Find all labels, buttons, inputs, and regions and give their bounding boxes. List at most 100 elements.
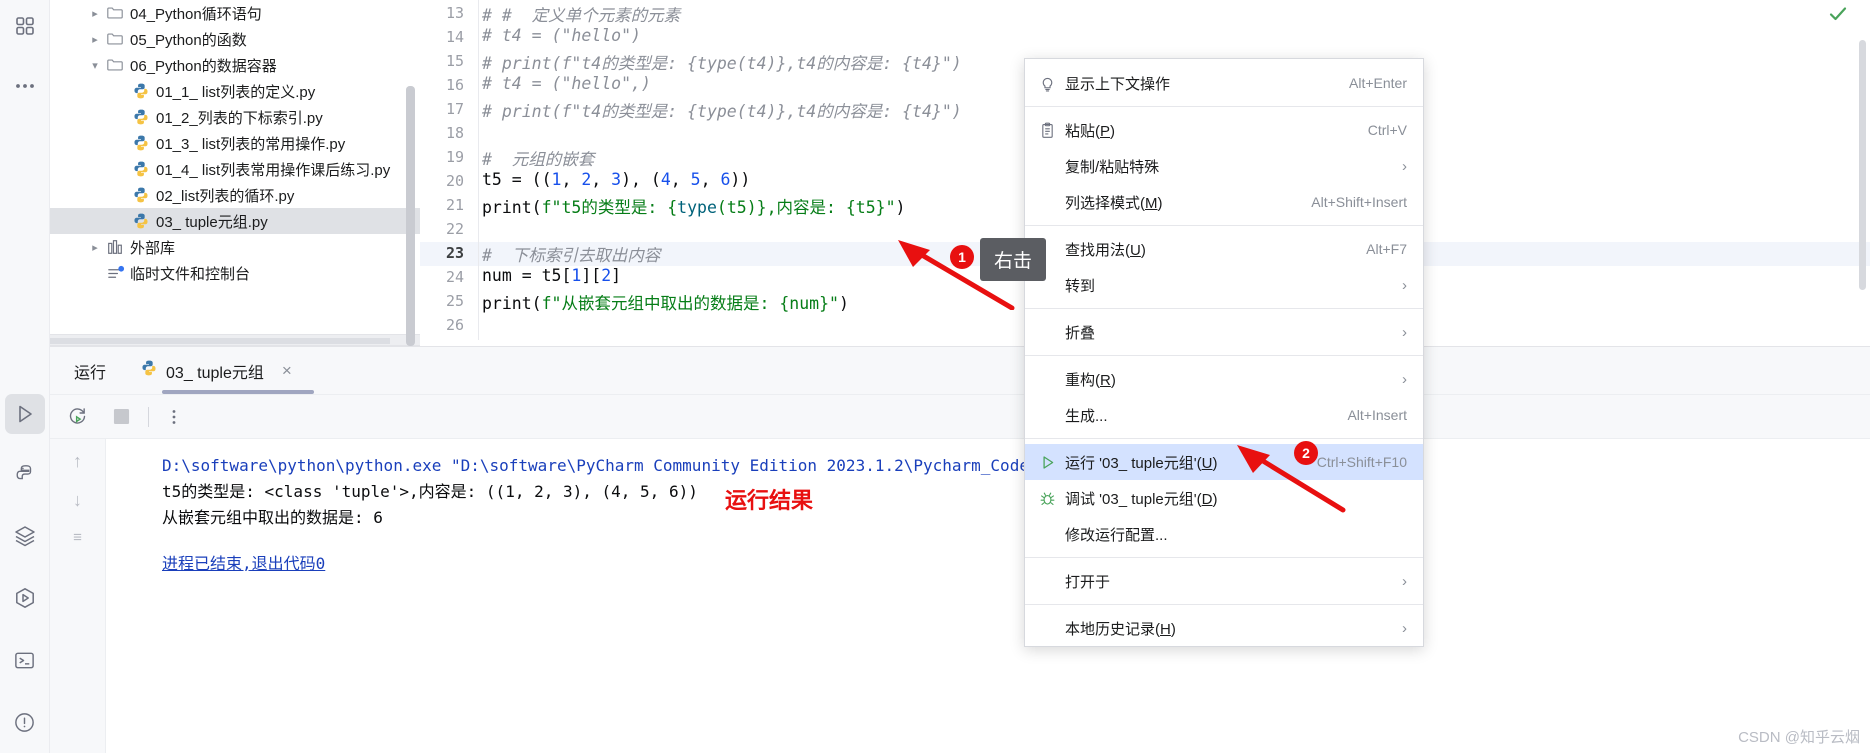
problems-warning-icon[interactable] — [5, 702, 45, 742]
editor-code-line[interactable]: # 元组的嵌套 — [482, 146, 594, 170]
context-menu-item[interactable]: 复制/粘贴特殊 › — [1025, 148, 1423, 184]
python-packages-icon[interactable] — [5, 454, 45, 494]
context-menu-item[interactable]: 转到 › — [1025, 267, 1423, 303]
console-line: 从嵌套元组中取出的数据是: 6 — [162, 508, 383, 527]
chevron-down-icon[interactable]: ▾ — [86, 59, 104, 72]
tree-item[interactable]: ▾ 06_Python的数据容器 — [50, 52, 420, 78]
tree-item[interactable]: 01_2_列表的下标索引.py — [50, 104, 420, 130]
context-menu-item[interactable]: 重构(R) › — [1025, 361, 1423, 397]
editor-code-line[interactable]: print(f"t5的类型是: {type(t5)},内容是: {t5}") — [482, 194, 905, 218]
context-menu-item[interactable]: 生成... Alt+Insert — [1025, 397, 1423, 433]
more-icon[interactable] — [157, 400, 191, 434]
context-menu-shortcut: Ctrl+Shift+F10 — [1316, 454, 1407, 470]
tree-resize-divider[interactable] — [50, 334, 420, 346]
context-menu-shortcut: Ctrl+V — [1367, 122, 1407, 138]
scroll-up-icon[interactable]: ↑ — [73, 451, 82, 472]
project-view-icon[interactable] — [5, 6, 45, 46]
editor-line-number[interactable]: 22 — [420, 220, 464, 238]
context-menu-item-label: 运行 '03_ tuple元组'(U) — [1065, 454, 1218, 472]
python-console-icon[interactable] — [5, 578, 45, 618]
editor-line-number[interactable]: 16 — [420, 76, 464, 94]
tree-item[interactable]: 03_ tuple元组.py — [50, 208, 420, 234]
menu-separator — [1025, 225, 1423, 226]
context-menu-item[interactable]: 修改运行配置... — [1025, 516, 1423, 552]
editor-context-menu[interactable]: 显示上下文操作 Alt+Enter 粘贴(P) Ctrl+V 复制/粘贴特殊 › 列选择模式… — [1024, 58, 1424, 647]
menu-separator — [1025, 604, 1423, 605]
context-menu-item[interactable]: 本地历史记录(H) › — [1025, 610, 1423, 646]
editor-code-line[interactable]: print(f"从嵌套元组中取出的数据是: {num}") — [482, 290, 849, 314]
editor-code-line[interactable]: # t4 = ("hello",) — [482, 74, 651, 93]
scroll-down-icon[interactable]: ↓ — [73, 490, 82, 511]
run-tool-window-icon[interactable] — [4, 394, 45, 434]
project-tree[interactable]: ▸ 04_Python循环语句 ▸ 05_Python的函数 ▾ 06_Python的数据… — [50, 0, 420, 340]
editor-code-line[interactable]: # print(f"t4的类型是: {type(t4)},t4的内容是: {t4… — [482, 50, 962, 74]
tree-item[interactable]: 02_list列表的循环.py — [50, 182, 420, 208]
tree-item[interactable]: 01_1_ list列表的定义.py — [50, 78, 420, 104]
context-menu-item[interactable]: 粘贴(P) Ctrl+V — [1025, 112, 1423, 148]
context-menu-item-label: 查找用法(U) — [1065, 241, 1146, 259]
context-menu-item[interactable]: 折叠 › — [1025, 314, 1423, 350]
context-menu-shortcut: Alt+Insert — [1347, 407, 1407, 423]
more-options-icon[interactable] — [5, 66, 45, 106]
clipboard-icon — [1039, 122, 1065, 139]
chevron-right-icon[interactable]: ▸ — [86, 33, 104, 46]
terminal-icon[interactable] — [5, 640, 45, 680]
editor-left-scrollbar[interactable] — [406, 86, 415, 346]
soft-wrap-icon[interactable]: ≡ — [73, 529, 82, 546]
context-menu-item[interactable]: 打开于 › — [1025, 563, 1423, 599]
editor-line-number[interactable]: 25 — [420, 292, 464, 310]
tree-item-label: 外部库 — [130, 239, 176, 257]
close-icon[interactable]: × — [282, 361, 292, 381]
annotation-run-result: 运行结果 — [725, 488, 814, 513]
console-exit-status[interactable]: 进程已结束,退出代码0 — [162, 551, 1870, 577]
editor-code-line[interactable]: # print(f"t4的类型是: {type(t4)},t4的内容是: {t4… — [482, 98, 962, 122]
tree-item[interactable]: 临时文件和控制台 — [50, 260, 420, 286]
editor-line-number[interactable]: 24 — [420, 268, 464, 286]
editor-line-number[interactable]: 15 — [420, 52, 464, 70]
console-navigation-gutter: ↑ ↓ ≡ — [50, 439, 106, 753]
context-menu-item-label: 折叠 — [1065, 324, 1096, 342]
editor-code-line[interactable]: num = t5[1][2] — [482, 266, 621, 285]
editor-code-line[interactable]: # t4 = ("hello") — [482, 26, 641, 45]
chevron-right-icon[interactable]: ▸ — [86, 7, 104, 20]
editor-line-number[interactable]: 23 — [420, 244, 464, 262]
context-menu-item[interactable]: 显示上下文操作 Alt+Enter — [1025, 65, 1423, 101]
tree-item[interactable]: 01_4_ list列表常用操作课后练习.py — [50, 156, 420, 182]
context-menu-item[interactable]: 查找用法(U) Alt+F7 — [1025, 231, 1423, 267]
tree-horizontal-scrollbar[interactable] — [50, 338, 390, 344]
rerun-icon[interactable] — [60, 400, 94, 434]
context-menu-item[interactable]: 调试 '03_ tuple元组'(D) — [1025, 480, 1423, 516]
editor-line-number[interactable]: 18 — [420, 124, 464, 142]
editor-code-line[interactable]: # # 定义单个元素的元素 — [482, 2, 680, 26]
tree-item[interactable]: ▸ 05_Python的函数 — [50, 26, 420, 52]
inspection-ok-icon[interactable] — [1828, 4, 1848, 30]
run-tab-label: 03_ tuple元组 — [166, 364, 264, 382]
menu-separator — [1025, 438, 1423, 439]
lightbulb-icon — [1039, 75, 1065, 92]
tree-item[interactable]: 01_3_ list列表的常用操作.py — [50, 130, 420, 156]
editor-line-number[interactable]: 26 — [420, 316, 464, 334]
editor-line-number[interactable]: 19 — [420, 148, 464, 166]
tree-item[interactable]: ▸ 04_Python循环语句 — [50, 0, 420, 26]
editor-code-line[interactable]: # 下标索引去取出内容 — [482, 242, 660, 266]
tree-item-label: 01_2_列表的下标索引.py — [156, 109, 323, 127]
editor-vertical-scrollbar[interactable] — [1859, 40, 1866, 290]
tree-item[interactable]: ▸ 外部库 — [50, 234, 420, 260]
editor-line-number[interactable]: 13 — [420, 4, 464, 22]
left-tool-rail — [0, 0, 50, 753]
layers-icon[interactable] — [5, 516, 45, 556]
python-file-icon — [130, 212, 152, 230]
console-output[interactable]: D:\software\python\python.exe "D:\softwa… — [106, 439, 1870, 753]
console-line: t5的类型是: <class 'tuple'>,内容是: ((1, 2, 3),… — [162, 482, 698, 501]
editor-line-number[interactable]: 17 — [420, 100, 464, 118]
run-tab-item[interactable]: 03_ tuple元组 × — [140, 347, 292, 395]
editor-line-number[interactable]: 21 — [420, 196, 464, 214]
context-menu-item[interactable]: 运行 '03_ tuple元组'(U) Ctrl+Shift+F10 — [1025, 444, 1423, 480]
editor-line-number[interactable]: 14 — [420, 28, 464, 46]
editor-code-line[interactable]: t5 = ((1, 2, 3), (4, 5, 6)) — [482, 170, 750, 189]
context-menu-item-label: 显示上下文操作 — [1065, 75, 1171, 93]
chevron-right-icon[interactable]: ▸ — [86, 241, 104, 254]
context-menu-item[interactable]: 列选择模式(M) Alt+Shift+Insert — [1025, 184, 1423, 220]
editor-line-number[interactable]: 20 — [420, 172, 464, 190]
stop-icon[interactable] — [104, 400, 138, 434]
